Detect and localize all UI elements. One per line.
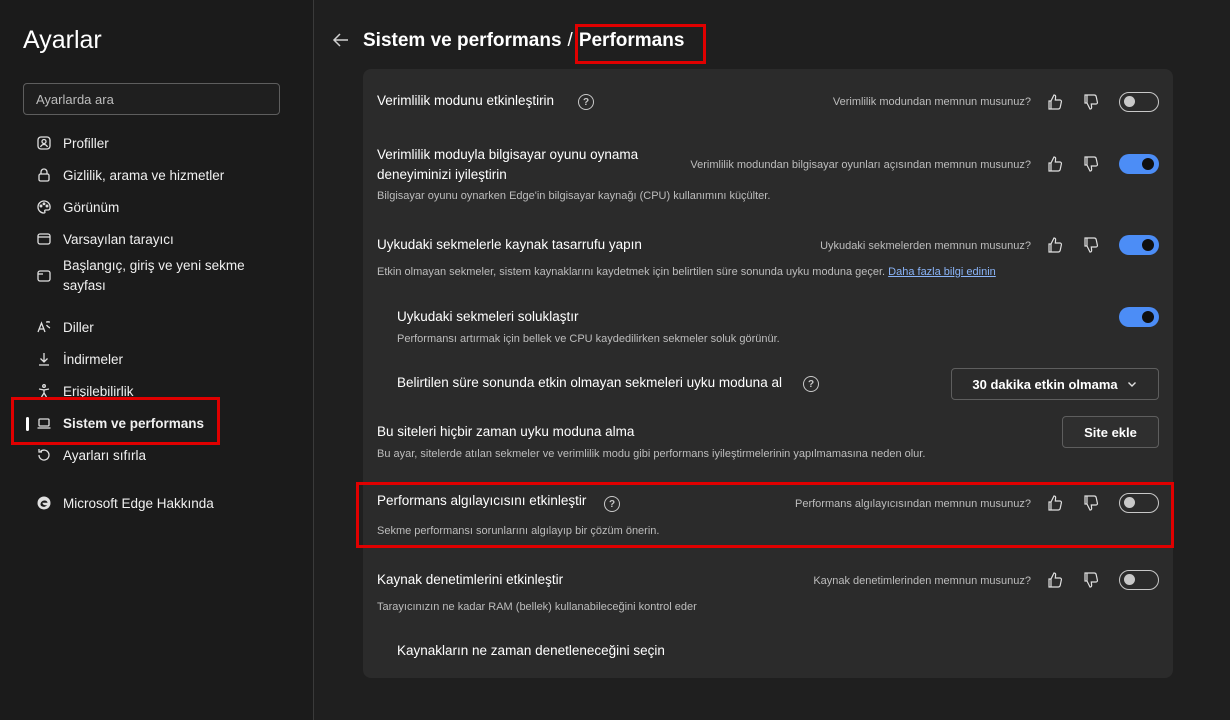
detector-toggle[interactable] <box>1119 493 1159 513</box>
arrow-left-icon <box>332 33 348 47</box>
sleeping-toggle[interactable] <box>1119 235 1159 255</box>
laptop-icon <box>35 414 53 432</box>
sidebar: Ayarlar Profiller Gizlilik, arama ve hiz… <box>0 0 314 720</box>
detector-feedback: Performans algılayıcısından memnun musun… <box>794 498 1031 510</box>
sidebar-item-label: Erişilebilirlik <box>63 384 134 399</box>
sleep-after-title: Belirtilen süre sonunda etkin olmayan se… <box>397 375 782 390</box>
sidebar-item-startup[interactable]: Başlangıç, giriş ve yeni sekme sayfası <box>35 256 260 296</box>
thumbs-down-icon[interactable] <box>1081 154 1101 174</box>
resource-toggle[interactable] <box>1119 570 1159 590</box>
breadcrumb-separator: / <box>567 30 573 51</box>
home-icon <box>35 267 53 285</box>
resource-title: Kaynak denetimlerini etkinleştir <box>377 572 564 587</box>
sidebar-item-reset[interactable]: Ayarları sıfırla <box>35 446 295 466</box>
sidebar-item-default-browser[interactable]: Varsayılan tarayıcı <box>35 230 295 250</box>
sidebar-item-label: Sistem ve performans <box>63 416 205 431</box>
palette-icon <box>35 198 53 216</box>
sleep-after-dropdown[interactable]: 30 dakika etkin olmama <box>951 368 1159 400</box>
sidebar-item-privacy[interactable]: Gizlilik, arama ve hizmetler <box>35 166 295 186</box>
resource-desc: Tarayıcınızın ne kadar RAM (bellek) kull… <box>377 601 697 613</box>
sleeping-feedback: Uykudaki sekmelerden memnun musunuz? <box>820 240 1031 252</box>
accessibility-icon <box>35 382 53 400</box>
resource-when-title[interactable]: Kaynakların ne zaman denetleneceğini seç… <box>397 641 665 661</box>
fade-title: Uykudaki sekmeleri soluklaştır <box>397 309 579 324</box>
detector-desc: Sekme performansı sorunlarını algılayıp … <box>377 525 660 537</box>
learn-more-link[interactable]: Daha fazla bilgi edinin <box>888 266 996 278</box>
sidebar-item-label: Microsoft Edge Hakkında <box>63 496 214 511</box>
sidebar-item-label: Varsayılan tarayıcı <box>63 232 174 247</box>
thumbs-down-icon[interactable] <box>1081 570 1101 590</box>
help-icon[interactable]: ? <box>803 376 819 392</box>
thumbs-up-icon[interactable] <box>1045 235 1065 255</box>
download-icon <box>35 350 53 368</box>
efficiency-feedback: Verimlilik modundan memnun musunuz? <box>832 96 1031 108</box>
sidebar-item-languages[interactable]: Diller <box>35 318 295 338</box>
efficiency-toggle[interactable] <box>1119 92 1159 112</box>
gaming-title: Verimlilik moduyla bilgisayar oyunu oyna… <box>377 147 639 182</box>
back-button[interactable] <box>330 29 352 51</box>
sleeping-desc-text: Etkin olmayan sekmeler, sistem kaynaklar… <box>377 266 886 278</box>
sidebar-item-about[interactable]: Microsoft Edge Hakkında <box>35 494 295 514</box>
detector-title: Performans algılayıcısını etkinleştir <box>377 493 587 508</box>
sidebar-item-accessibility[interactable]: Erişilebilirlik <box>35 382 295 402</box>
sidebar-item-appearance[interactable]: Görünüm <box>35 198 295 218</box>
thumbs-up-icon[interactable] <box>1045 493 1065 513</box>
sidebar-item-label: Görünüm <box>63 200 120 215</box>
active-indicator <box>26 417 29 431</box>
sidebar-item-profiles[interactable]: Profiller <box>35 134 295 154</box>
add-site-button[interactable]: Site ekle <box>1062 416 1159 448</box>
browser-icon <box>35 230 53 248</box>
help-icon[interactable]: ? <box>604 496 620 512</box>
dropdown-value: 30 dakika etkin olmama <box>972 376 1118 392</box>
sidebar-item-label: Başlangıç, giriş ve yeni sekme sayfası <box>63 258 245 293</box>
page-title: Performans <box>578 30 685 51</box>
thumbs-up-icon[interactable] <box>1045 570 1065 590</box>
thumbs-up-icon[interactable] <box>1045 92 1065 112</box>
search-input[interactable] <box>36 91 267 107</box>
gaming-desc: Bilgisayar oyunu oynarken Edge'in bilgis… <box>377 190 771 202</box>
resource-feedback: Kaynak denetimlerinden memnun musunuz? <box>813 575 1031 587</box>
breadcrumb-parent[interactable]: Sistem ve performans <box>363 30 562 51</box>
sidebar-item-system[interactable]: Sistem ve performans <box>35 414 295 434</box>
sidebar-item-label: Ayarları sıfırla <box>63 448 147 463</box>
sleeping-title: Uykudaki sekmelerle kaynak tasarrufu yap… <box>377 237 642 252</box>
fade-desc: Performansı artırmak için bellek ve CPU … <box>397 333 780 345</box>
search-box[interactable] <box>23 83 280 115</box>
sidebar-title: Ayarlar <box>23 26 102 54</box>
never-sleep-desc: Bu ayar, sitelerde atılan sekmeler ve ve… <box>377 448 926 460</box>
thumbs-down-icon[interactable] <box>1081 92 1101 112</box>
reset-icon <box>35 446 53 464</box>
profile-icon <box>35 134 53 152</box>
thumbs-down-icon[interactable] <box>1081 493 1101 513</box>
language-icon <box>35 318 53 336</box>
efficiency-title: Verimlilik modunu etkinleştirin <box>377 93 555 108</box>
sidebar-item-label: İndirmeler <box>63 352 124 367</box>
thumbs-up-icon[interactable] <box>1045 154 1065 174</box>
chevron-down-icon <box>1126 378 1138 390</box>
sidebar-item-label: Profiller <box>63 136 109 151</box>
sidebar-item-label: Gizlilik, arama ve hizmetler <box>63 168 225 183</box>
gaming-feedback: Verimlilik modundan bilgisayar oyunları … <box>690 159 1031 171</box>
sleeping-desc: Etkin olmayan sekmeler, sistem kaynaklar… <box>377 266 996 278</box>
edge-logo-icon <box>35 494 53 512</box>
sidebar-item-downloads[interactable]: İndirmeler <box>35 350 295 370</box>
sidebar-item-label: Diller <box>63 320 94 335</box>
never-sleep-title: Bu siteleri hiçbir zaman uyku moduna alm… <box>377 424 635 439</box>
thumbs-down-icon[interactable] <box>1081 235 1101 255</box>
gaming-toggle[interactable] <box>1119 154 1159 174</box>
fade-toggle[interactable] <box>1119 307 1159 327</box>
lock-icon <box>35 166 53 184</box>
help-icon[interactable]: ? <box>578 94 594 110</box>
breadcrumb: Sistem ve performans / Performans <box>363 30 684 52</box>
